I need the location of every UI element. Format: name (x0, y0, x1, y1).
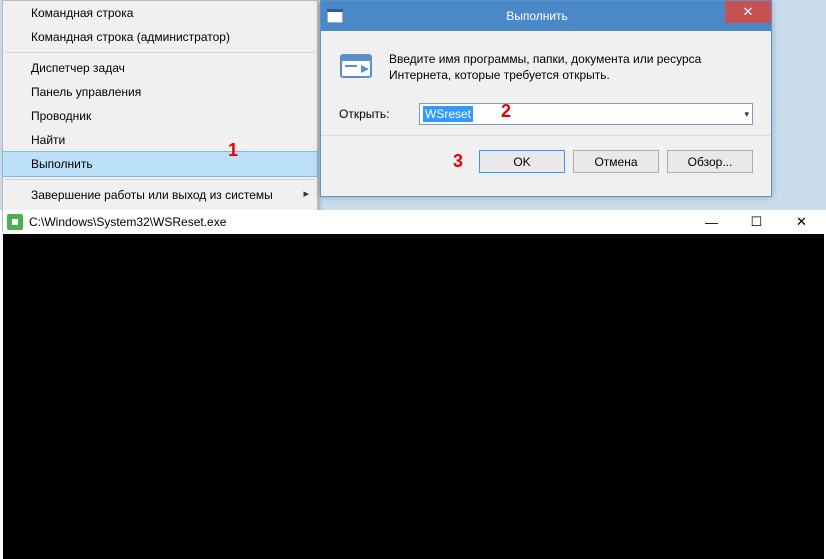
annotation-3: 3 (453, 151, 463, 172)
ok-button[interactable]: OK (479, 150, 565, 173)
menu-separator (5, 179, 315, 180)
menu-item-shutdown[interactable]: Завершение работы или выход из системы (3, 183, 317, 207)
menu-item-task-manager[interactable]: Диспетчер задач (3, 56, 317, 80)
close-icon: ✕ (743, 4, 754, 20)
open-combobox[interactable]: WSreset ▾ (419, 103, 753, 125)
run-window-icon (321, 1, 349, 31)
cmd-titlebar: C:\Windows\System32\WSReset.exe — ☐ ✕ (3, 210, 824, 234)
menu-item-search[interactable]: Найти (3, 128, 317, 152)
context-menu: Командная строка Командная строка (админ… (2, 0, 318, 232)
run-icon (339, 51, 375, 87)
menu-item-control-panel[interactable]: Панель управления (3, 80, 317, 104)
run-button-bar: 3 OK Отмена Обзор... (321, 135, 771, 187)
close-icon: ✕ (796, 214, 807, 230)
menu-separator (5, 52, 315, 53)
cmd-body[interactable] (3, 234, 824, 559)
browse-button[interactable]: Обзор... (667, 150, 753, 173)
cmd-app-icon (7, 214, 23, 230)
close-button[interactable]: ✕ (725, 1, 771, 23)
run-titlebar: Выполнить ✕ (321, 1, 771, 31)
cmd-window: C:\Windows\System32\WSReset.exe — ☐ ✕ (3, 210, 824, 559)
cmd-title: C:\Windows\System32\WSReset.exe (29, 215, 689, 229)
cancel-button[interactable]: Отмена (573, 150, 659, 173)
menu-item-run[interactable]: Выполнить (2, 151, 318, 177)
run-dialog: Выполнить ✕ Введите имя программы, папки… (320, 0, 772, 197)
minimize-icon: — (705, 215, 718, 230)
open-label: Открыть: (339, 107, 401, 121)
run-description: Введите имя программы, папки, документа … (389, 51, 753, 87)
run-title: Выполнить (349, 9, 725, 23)
minimize-button[interactable]: — (689, 210, 734, 234)
chevron-down-icon: ▾ (744, 109, 749, 120)
menu-item-explorer[interactable]: Проводник (3, 104, 317, 128)
open-input-value: WSreset (423, 106, 473, 122)
menu-item-cmd-admin[interactable]: Командная строка (администратор) (3, 25, 317, 49)
cmd-close-button[interactable]: ✕ (779, 210, 824, 234)
maximize-button[interactable]: ☐ (734, 210, 779, 234)
maximize-icon: ☐ (751, 214, 763, 230)
menu-item-cmd[interactable]: Командная строка (3, 1, 317, 25)
